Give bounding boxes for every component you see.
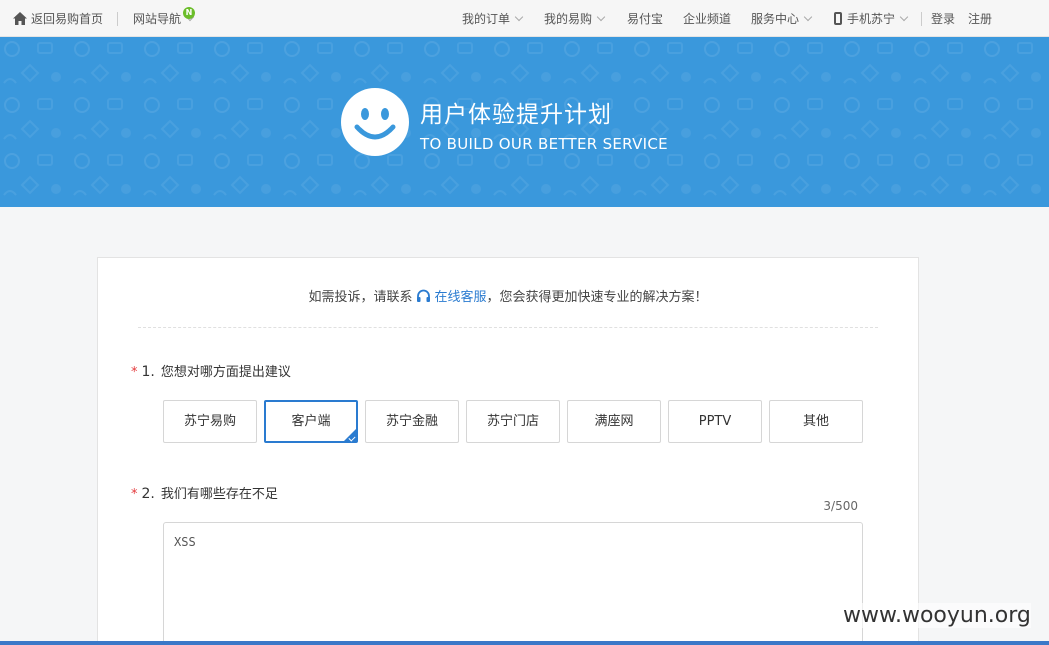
option-label: 其他 bbox=[802, 414, 829, 429]
hero-banner: 用户体验提升计划 TO BUILD OUR BETTER SERVICE bbox=[0, 37, 1049, 207]
home-link[interactable]: 返回易购首页 bbox=[13, 11, 103, 27]
chevron-down-icon bbox=[514, 12, 524, 22]
headset-icon bbox=[417, 289, 431, 302]
home-link-label: 返回易购首页 bbox=[31, 12, 104, 26]
phone-icon bbox=[834, 12, 842, 25]
option-suning-finance[interactable]: 苏宁金融 bbox=[365, 400, 459, 443]
question-text: 我们有哪些存在不足 bbox=[160, 487, 278, 502]
option-label: 苏宁门店 bbox=[486, 414, 539, 429]
chevron-down-icon bbox=[899, 12, 909, 22]
required-mark: * bbox=[131, 487, 138, 502]
question-text: 您想对哪方面提出建议 bbox=[160, 365, 291, 380]
my-orders-label: 我的订单 bbox=[462, 12, 511, 26]
feedback-form-card: 如需投诉，请联系 在线客服，您会获得更加快速专业的解决方案！ * 1. 您想对哪方面提… bbox=[97, 257, 919, 645]
yifubao-link[interactable]: 易付宝 bbox=[627, 11, 663, 27]
option-pptv[interactable]: PPTV bbox=[668, 400, 762, 443]
option-label: 苏宁金融 bbox=[385, 414, 438, 429]
watermark: www.wooyun.org bbox=[843, 603, 1031, 628]
banner-subtitle: TO BUILD OUR BETTER SERVICE bbox=[420, 135, 668, 153]
notice-prefix: 如需投诉，请联系 bbox=[308, 290, 413, 305]
new-badge: N bbox=[183, 7, 195, 19]
notice-suffix: ，您会获得更加快速专业的解决方案！ bbox=[486, 290, 708, 305]
mobile-suning-label: 手机苏宁 bbox=[847, 12, 896, 26]
option-suning-store[interactable]: 苏宁门店 bbox=[466, 400, 560, 443]
site-nav-label: 网站导航 bbox=[133, 12, 182, 26]
option-label: 客户端 bbox=[291, 414, 331, 429]
option-manzuo[interactable]: 满座网 bbox=[567, 400, 661, 443]
question-number: 2. bbox=[141, 486, 155, 502]
char-counter: 3/500 bbox=[823, 499, 858, 513]
divider bbox=[117, 12, 118, 26]
bottom-strip bbox=[0, 641, 1049, 645]
complaint-notice: 如需投诉，请联系 在线客服，您会获得更加快速专业的解决方案！ bbox=[98, 286, 918, 305]
home-icon bbox=[13, 12, 27, 25]
divider bbox=[138, 327, 878, 328]
chevron-down-icon bbox=[596, 12, 606, 22]
service-center-label: 服务中心 bbox=[751, 12, 800, 26]
service-center-menu[interactable]: 服务中心 bbox=[751, 11, 813, 27]
login-link[interactable]: 登录 bbox=[931, 11, 955, 27]
register-link[interactable]: 注册 bbox=[968, 11, 992, 27]
my-yigou-menu[interactable]: 我的易购 bbox=[544, 11, 606, 27]
my-yigou-label: 我的易购 bbox=[544, 12, 593, 26]
enterprise-link[interactable]: 企业频道 bbox=[683, 11, 731, 27]
option-label: 苏宁易购 bbox=[183, 414, 236, 429]
required-mark: * bbox=[131, 365, 138, 380]
my-orders-menu[interactable]: 我的订单 bbox=[462, 11, 524, 27]
option-other[interactable]: 其他 bbox=[769, 400, 863, 443]
question-1: * 1. 您想对哪方面提出建议 bbox=[131, 361, 291, 380]
divider bbox=[921, 12, 922, 26]
question-number: 1. bbox=[141, 364, 155, 380]
option-suning-yigou[interactable]: 苏宁易购 bbox=[163, 400, 257, 443]
online-service-link[interactable]: 在线客服 bbox=[434, 290, 486, 305]
feedback-textarea[interactable]: XSS bbox=[163, 522, 863, 645]
mobile-suning-menu[interactable]: 手机苏宁 bbox=[834, 11, 909, 27]
question-2: * 2. 我们有哪些存在不足 bbox=[131, 483, 278, 502]
chevron-down-icon bbox=[803, 12, 813, 22]
option-client[interactable]: 客户端 bbox=[264, 400, 358, 443]
top-nav-bar: 返回易购首页 网站导航 N 我的订单 我的易购 易付宝 企业频道 服务中心 手机… bbox=[0, 0, 1049, 37]
option-label: 满座网 bbox=[594, 414, 634, 429]
option-label: PPTV bbox=[698, 414, 732, 429]
banner-title: 用户体验提升计划 bbox=[420, 102, 612, 128]
smiley-icon bbox=[341, 88, 409, 156]
